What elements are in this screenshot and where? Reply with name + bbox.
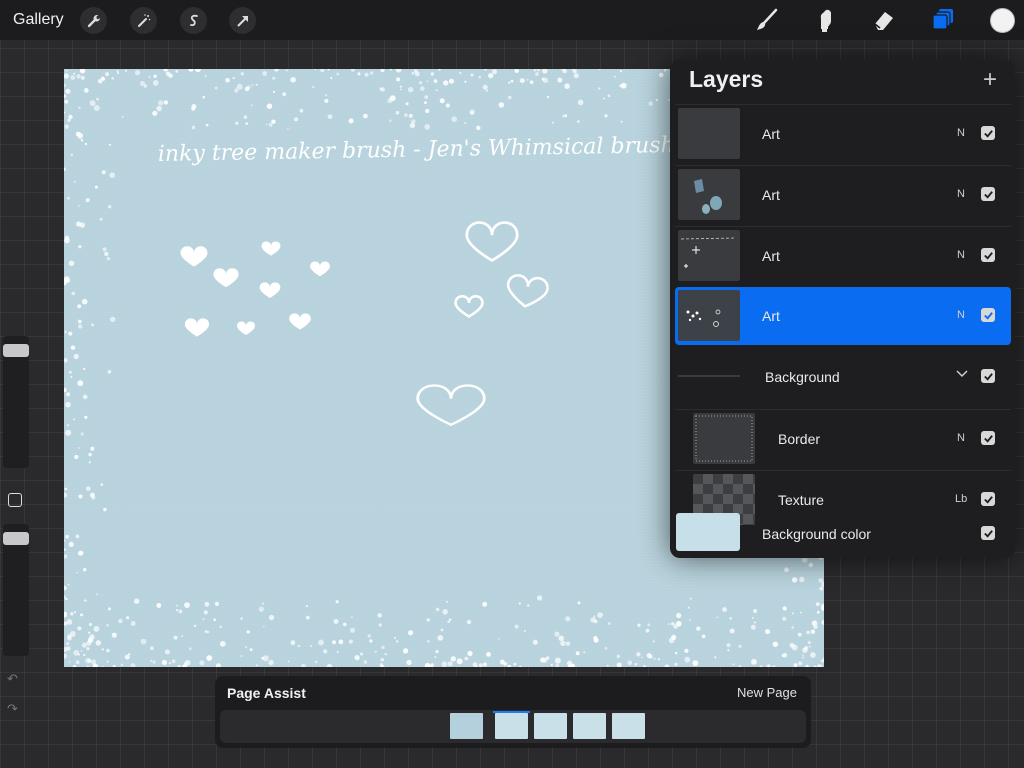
layer-name: Background color <box>762 526 871 542</box>
page-assist-title: Page Assist <box>227 685 306 701</box>
blend-mode[interactable]: Lb <box>955 493 967 505</box>
current-page-indicator <box>493 711 530 713</box>
layer-row-art-4[interactable]: Art N <box>675 287 1011 345</box>
visibility-checkbox[interactable] <box>981 308 995 322</box>
layer-name: Art <box>762 126 780 142</box>
visibility-checkbox[interactable] <box>981 492 995 506</box>
brush-size-thumb[interactable] <box>3 344 29 357</box>
visibility-checkbox[interactable] <box>981 126 995 140</box>
handwritten-title: inky tree maker brush - Jen's Whimsical … <box>158 133 675 167</box>
background-color-swatch[interactable] <box>676 513 740 551</box>
left-sidebar: ↶ ↷ <box>0 336 32 736</box>
layer-thumbnail <box>678 290 740 341</box>
visibility-checkbox[interactable] <box>981 431 995 445</box>
new-page-button[interactable]: New Page <box>737 685 797 700</box>
eyedropper-modify-button[interactable] <box>8 493 22 507</box>
redo-icon[interactable]: ↷ <box>7 701 18 717</box>
layer-group-background[interactable]: Background <box>675 348 1011 406</box>
outline-hearts <box>416 221 549 426</box>
filled-hearts <box>180 241 330 337</box>
layer-row-art-1[interactable]: Art N <box>675 104 1011 162</box>
page-thumbnail-4[interactable] <box>573 713 606 739</box>
layer-thumbnail <box>678 230 740 281</box>
layer-thumbnail <box>678 108 740 159</box>
layer-row-border[interactable]: Border N <box>675 409 1011 467</box>
blend-mode[interactable]: N <box>957 432 965 444</box>
layer-thumbnail <box>693 413 755 464</box>
top-toolbar: Gallery <box>0 0 1024 40</box>
layers-icon[interactable] <box>928 5 958 35</box>
chevron-down-icon[interactable] <box>954 365 970 381</box>
page-strip <box>220 710 806 743</box>
page-assist-panel: Page Assist New Page <box>215 676 811 748</box>
magic-wand-icon[interactable] <box>130 7 157 34</box>
blend-mode[interactable]: N <box>957 127 965 139</box>
gallery-button[interactable]: Gallery <box>13 11 64 29</box>
layers-title: Layers <box>689 66 764 92</box>
undo-icon[interactable]: ↶ <box>7 671 18 687</box>
transform-arrow-icon[interactable] <box>229 7 256 34</box>
visibility-checkbox[interactable] <box>981 187 995 201</box>
page-thumbnail-1[interactable] <box>450 713 483 739</box>
blend-mode[interactable]: N <box>957 249 965 261</box>
layer-name: Background <box>765 369 840 385</box>
wrench-icon[interactable] <box>80 7 107 34</box>
selection-icon[interactable] <box>180 7 207 34</box>
group-divider <box>678 375 740 377</box>
layer-row-art-2[interactable]: Art N <box>675 165 1011 223</box>
layer-name: Art <box>762 308 780 324</box>
opacity-thumb[interactable] <box>3 532 29 545</box>
layer-row-background-color[interactable]: Background color <box>675 512 1011 556</box>
page-thumbnail-2[interactable] <box>495 713 528 739</box>
blend-mode[interactable]: N <box>957 188 965 200</box>
color-picker-swatch[interactable] <box>990 8 1015 33</box>
add-layer-button[interactable]: + <box>983 66 997 94</box>
layers-panel: Layers + Art N Art N Art N Art N Backgro… <box>670 60 1015 558</box>
layer-thumbnail <box>678 169 740 220</box>
smudge-icon[interactable] <box>810 5 840 35</box>
page-thumbnail-5[interactable] <box>612 713 645 739</box>
page-thumbnail-3[interactable] <box>534 713 567 739</box>
layer-name: Art <box>762 187 780 203</box>
brush-icon[interactable] <box>752 5 782 35</box>
eraser-icon[interactable] <box>869 5 899 35</box>
layer-name: Art <box>762 248 780 264</box>
visibility-checkbox[interactable] <box>981 369 995 383</box>
visibility-checkbox[interactable] <box>981 526 995 540</box>
layer-name: Texture <box>778 492 824 508</box>
layer-row-art-3[interactable]: Art N <box>675 226 1011 284</box>
visibility-checkbox[interactable] <box>981 248 995 262</box>
blend-mode[interactable]: N <box>957 309 965 321</box>
layer-name: Border <box>778 431 821 447</box>
